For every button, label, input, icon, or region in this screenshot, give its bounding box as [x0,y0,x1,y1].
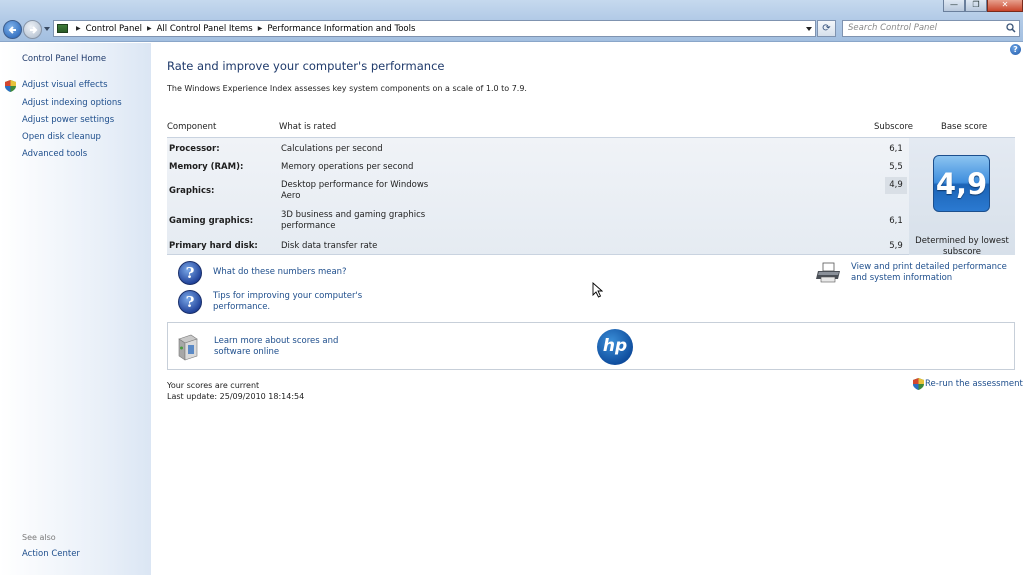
subscore-value-lowest: 4,9 [885,177,907,194]
printer-icon [816,262,840,283]
page-title: Rate and improve your computer's perform… [167,59,445,73]
back-button[interactable] [3,20,22,39]
control-panel-icon [57,24,68,33]
forward-button[interactable] [23,20,42,39]
score-table: Component What is rated Subscore Base sc… [167,117,1015,257]
arrow-right-icon [30,26,38,34]
component-name: Gaming graphics: [169,216,254,226]
subscore-value: 6,1 [889,144,903,154]
subscore-value: 5,5 [889,162,903,172]
window-controls: — ❐ ✕ [943,0,1023,12]
rerun-assessment-label[interactable]: Re-run the assessment [925,379,1023,389]
see-also-heading: See also [22,533,56,542]
learn-more-link[interactable]: Learn more about scores and software onl… [214,336,374,358]
rated-description: Memory operations per second [281,162,414,172]
software-box-icon [178,334,198,361]
numbers-help-link-row[interactable]: ? What do these numbers mean? [178,261,373,285]
table-body: Processor: Calculations per second 6,1 M… [167,138,1015,257]
close-button[interactable]: ✕ [987,0,1023,12]
header-component: Component [167,122,217,132]
base-score-caption: Determined by lowest subscore [915,236,1009,257]
sidebar: Control Panel Home Adjust visual effects… [0,43,151,575]
intro-text: The Windows Experience Index assesses ke… [167,84,527,93]
title-bar: — ❐ ✕ ▶ Control Panel ▶ All Control Pane… [0,0,1023,42]
table-header: Component What is rated Subscore Base sc… [167,117,1015,138]
chevron-down-icon[interactable] [806,27,812,31]
sidebar-item-power[interactable]: Adjust power settings [22,115,114,125]
rated-description: Desktop performance for Windows Aero [281,180,429,201]
component-name: Memory (RAM): [169,162,244,172]
search-placeholder: Search Control Panel [848,23,938,33]
sidebar-item-disk-cleanup[interactable]: Open disk cleanup [22,132,101,142]
header-subscore: Subscore [874,122,914,132]
search-icon [1006,23,1016,33]
rated-description: Disk data transfer rate [281,241,378,251]
sidebar-item-advanced-tools[interactable]: Advanced tools [22,149,87,159]
tips-link[interactable]: Tips for improving your computer's perfo… [213,291,368,313]
breadcrumb-separator-icon[interactable]: ▶ [258,25,263,32]
component-name: Graphics: [169,186,215,196]
status-area: Your scores are current Last update: 25/… [167,380,304,402]
breadcrumb-all-items[interactable]: All Control Panel Items [157,24,253,34]
question-mark-icon: ? [178,290,202,314]
help-icon: ? [1013,45,1018,54]
sidebar-item-home[interactable]: Control Panel Home [22,54,106,64]
recent-pages-dropdown[interactable] [44,27,50,31]
sidebar-item-indexing[interactable]: Adjust indexing options [22,98,122,108]
numbers-help-link[interactable]: What do these numbers mean? [213,267,373,278]
maximize-button[interactable]: ❐ [965,0,987,12]
rerun-assessment-link[interactable]: Re-run the assessment [913,378,1023,390]
breadcrumb-separator-icon[interactable]: ▶ [147,25,152,32]
tips-link-row[interactable]: ? Tips for improving your computer's per… [178,290,368,314]
refresh-icon: ⟳ [822,23,831,34]
breadcrumb-separator-icon[interactable]: ▶ [76,25,81,32]
breadcrumb-performance[interactable]: Performance Information and Tools [267,24,415,34]
sidebar-item-action-center[interactable]: Action Center [22,549,80,559]
minimize-button[interactable]: — [943,0,965,12]
print-details-link[interactable]: View and print detailed performance and … [851,262,1021,284]
question-mark-icon: ? [178,261,202,285]
mouse-cursor-icon [592,282,603,298]
shield-icon [5,80,16,92]
learn-more-panel: Learn more about scores and software onl… [167,322,1015,370]
print-details-link-row[interactable]: View and print detailed performance and … [816,262,1021,284]
rated-description: Calculations per second [281,144,383,154]
shield-icon [913,378,924,390]
breadcrumb-control-panel[interactable]: Control Panel [86,24,142,34]
subscore-value: 5,9 [889,241,903,251]
sidebar-item-visual-effects[interactable]: Adjust visual effects [22,80,108,90]
help-button[interactable]: ? [1010,44,1021,55]
subscore-value: 6,1 [889,216,903,226]
search-input[interactable]: Search Control Panel [842,20,1020,37]
address-bar[interactable]: ▶ Control Panel ▶ All Control Panel Item… [53,20,816,37]
header-base-score: Base score [941,122,988,132]
arrow-left-icon [8,26,16,34]
base-score-tile: 4,9 [933,155,990,212]
hp-logo: hp [597,329,633,365]
last-update-text: Last update: 25/09/2010 18:14:54 [167,392,305,401]
rated-description: 3D business and gaming graphics performa… [281,210,426,231]
base-score-panel: 4,9 Determined by lowest subscore [909,138,1015,257]
component-name: Primary hard disk: [169,241,258,251]
refresh-button[interactable]: ⟳ [817,20,836,37]
scores-current-text: Your scores are current [167,381,260,390]
component-name: Processor: [169,144,220,154]
header-what-is-rated: What is rated [279,122,337,132]
